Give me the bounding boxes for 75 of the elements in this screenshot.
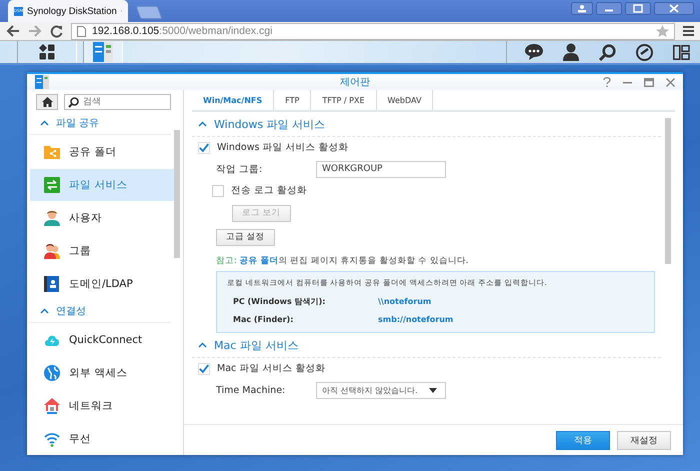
file-service-icon <box>44 177 60 193</box>
dropdown-arrow-icon <box>429 388 437 392</box>
tab[interactable]: TFTP / PXE <box>311 90 377 110</box>
tab[interactable]: WebDAV <box>376 90 434 110</box>
shared-folder-icon <box>44 144 60 160</box>
window-title: 제어판 <box>339 76 371 89</box>
checkmark-icon <box>199 142 209 153</box>
globe-icon <box>44 365 60 381</box>
checkbox[interactable] <box>198 362 210 374</box>
scrollbar[interactable] <box>665 118 671 264</box>
sidebar-item[interactable]: 공유 폴더 <box>30 136 175 168</box>
sidebar-item[interactable]: 네트워크 <box>30 390 175 422</box>
sidebar-item[interactable]: 외부 액세스 <box>30 357 175 389</box>
sidebar-item[interactable]: 사용자 <box>30 202 175 234</box>
house-icon <box>42 97 52 107</box>
user-icon <box>44 210 60 226</box>
control-panel-icon[interactable] <box>93 42 113 62</box>
checkbox-label: 전송 로그 활성화 <box>231 184 308 197</box>
note-text: 참고: 공유 폴더 의 편집 페이지 휴지통을 활성화할 수 있습니다. <box>215 255 470 267</box>
section-title: 파일 공유 <box>56 117 100 130</box>
reset-button[interactable]: 재설정 <box>617 430 671 450</box>
user-icon[interactable] <box>571 2 593 15</box>
field-label: Time Machine: <box>216 384 286 396</box>
directory-icon <box>44 276 60 292</box>
minimize-icon[interactable] <box>596 2 622 15</box>
sidebar-item[interactable]: 도메인/LDAP <box>30 268 175 300</box>
address-value: smb://noteforum <box>378 314 454 324</box>
page-icon <box>77 26 86 37</box>
chat-icon[interactable] <box>525 44 543 60</box>
sidebar-item[interactable]: QuickConnect <box>30 324 175 356</box>
button[interactable]: 고급 설정 <box>216 228 275 246</box>
section-title: Mac 파일 서비스 <box>214 338 298 352</box>
checkbox-label: Mac 파일 서비스 활성화 <box>217 362 326 375</box>
shared-folder-link[interactable]: 공유 폴더 <box>240 256 279 266</box>
wifi-icon <box>44 431 60 447</box>
menu-icon[interactable] <box>683 26 694 36</box>
scrollbar[interactable] <box>174 130 180 258</box>
address-value: \\noteforum <box>378 296 432 306</box>
checkbox-label: Windows 파일 서비스 활성화 <box>217 141 348 154</box>
back-icon[interactable] <box>6 25 20 38</box>
layout-icon[interactable] <box>673 44 690 60</box>
section-header[interactable]: Windows 파일 서비스 <box>192 112 661 137</box>
group-icon <box>44 243 60 259</box>
maximize-icon[interactable] <box>625 2 651 15</box>
section-header[interactable]: 파일 공유 <box>27 112 171 135</box>
workgroup-field[interactable]: WORKGROUP <box>316 160 446 178</box>
main-menu-icon[interactable] <box>39 44 55 60</box>
address-field[interactable]: 192.168.0.105:5000/webman/index.cgi <box>71 22 675 40</box>
reload-icon[interactable] <box>50 24 63 38</box>
time-machine-dropdown[interactable]: 아직 선택하지 않았습니다. <box>316 382 446 398</box>
house-icon <box>44 398 60 414</box>
maximize-icon[interactable] <box>644 78 654 86</box>
tab[interactable]: FTP <box>274 90 312 110</box>
section-title: 연결성 <box>56 305 86 318</box>
home-button[interactable] <box>36 94 58 110</box>
section-title: Windows 파일 서비스 <box>214 116 326 132</box>
search-field[interactable]: 검색 <box>64 94 171 110</box>
help-icon[interactable] <box>603 77 611 87</box>
address-label: PC (Windows 탐색기): <box>232 296 326 306</box>
checkbox[interactable] <box>212 184 224 196</box>
star-icon[interactable] <box>656 25 669 38</box>
field-label: 작업 그룹: <box>216 162 264 176</box>
checkmark-icon <box>199 363 209 374</box>
url-text: 192.168.0.105:5000/webman/index.cgi <box>92 25 272 38</box>
sidebar-item[interactable]: 그룹 <box>30 235 175 267</box>
sidebar-item[interactable]: 무선 <box>30 423 175 455</box>
search-icon[interactable] <box>599 44 616 61</box>
address-label: Mac (Finder): <box>232 314 294 324</box>
search-icon <box>68 96 79 108</box>
tab[interactable]: Win/Mac/NFS <box>192 90 274 110</box>
section-header[interactable]: Mac 파일 서비스 <box>192 333 661 358</box>
checkbox[interactable] <box>198 142 210 154</box>
user-icon[interactable] <box>563 43 579 62</box>
gauge-icon[interactable] <box>636 44 653 61</box>
section-header[interactable]: 연결성 <box>27 300 171 323</box>
